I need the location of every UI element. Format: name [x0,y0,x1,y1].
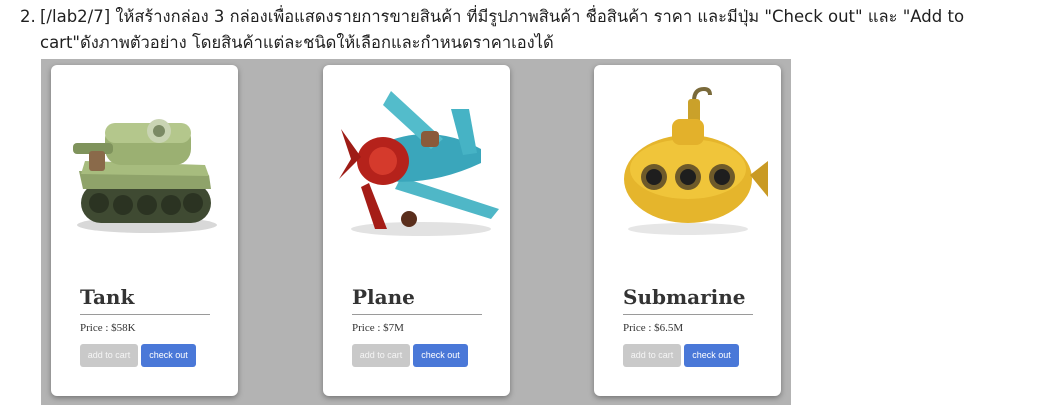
add-to-cart-button[interactable]: add to cart [352,344,410,367]
divider [352,314,482,315]
product-price: Price : $58K [80,322,136,334]
divider [80,314,210,315]
toy-plane-icon [339,91,499,236]
check-out-button[interactable]: check out [684,344,739,367]
check-out-button[interactable]: check out [413,344,468,367]
product-name: Tank [80,285,135,309]
product-price: Price : $7M [352,322,404,334]
example-screenshot: Tank Price : $58K add to cart check out … [41,59,791,405]
divider [623,314,753,315]
add-to-cart-button[interactable]: add to cart [80,344,138,367]
list-number: 2. [20,7,36,26]
instruction-line-1: [/lab2/7] ให้สร้างกล่อง 3 กล่องเพื่อแสดง… [40,7,965,26]
product-card-tank: Tank Price : $58K add to cart check out [51,65,238,396]
product-card-plane: Plane Price : $7M add to cart check out [323,65,510,396]
product-name: Submarine [623,285,746,309]
add-to-cart-button[interactable]: add to cart [623,344,681,367]
product-card-submarine: Submarine Price : $6.5M add to cart chec… [594,65,781,396]
toy-submarine-icon [624,86,768,235]
check-out-button[interactable]: check out [141,344,196,367]
instruction-line-2: cart"ดังภาพตัวอย่าง โดยสินค้าแต่ละชนิดให… [40,33,554,52]
product-name: Plane [352,285,415,309]
toy-tank-icon [73,119,217,233]
product-price: Price : $6.5M [623,322,684,334]
